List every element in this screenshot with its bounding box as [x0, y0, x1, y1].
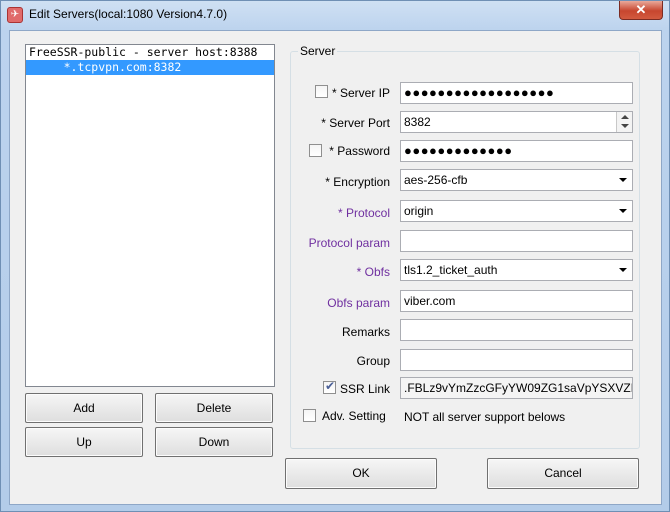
dialog-body: FreeSSR-public - server host:8388 *.tcpv… — [9, 30, 662, 505]
protocol-param-field[interactable] — [400, 230, 633, 252]
up-button[interactable]: Up — [25, 427, 143, 457]
obfs-param-field[interactable]: viber.com — [400, 290, 633, 312]
adv-setting-checkbox[interactable] — [303, 409, 316, 422]
remarks-label: Remarks — [341, 325, 390, 339]
delete-button[interactable]: Delete — [155, 393, 273, 423]
server-group-title: Server — [298, 44, 338, 58]
chevron-down-icon — [619, 268, 627, 272]
remarks-field[interactable] — [400, 319, 633, 341]
group-label: Group — [356, 354, 390, 368]
encryption-label: * Encryption — [325, 175, 390, 189]
password-field[interactable]: ●●●●●●●●●●●●● — [400, 140, 633, 162]
adv-setting-note: NOT all server support belows — [404, 410, 566, 424]
spin-up-icon[interactable] — [621, 115, 629, 119]
ssr-link-label: SSR Link — [339, 382, 390, 396]
chevron-down-icon — [619, 178, 627, 182]
adv-setting-label: Adv. Setting — [322, 409, 386, 423]
title-bar[interactable]: ✈ Edit Servers(local:1080 Version4.7.0) … — [1, 1, 669, 29]
chevron-down-icon — [619, 209, 627, 213]
obfs-value: tls1.2_ticket_auth — [404, 263, 498, 277]
down-button[interactable]: Down — [155, 427, 273, 457]
cancel-button[interactable]: Cancel — [487, 458, 639, 489]
protocol-label: * Protocol — [337, 206, 390, 220]
obfs-label: * Obfs — [356, 265, 390, 279]
paper-plane-icon: ✈ — [7, 7, 23, 23]
protocol-value: origin — [404, 204, 434, 218]
server-ip-label: * Server IP — [331, 86, 390, 100]
encryption-select[interactable]: aes-256-cfb — [400, 169, 633, 191]
group-field[interactable] — [400, 349, 633, 371]
obfs-select[interactable]: tls1.2_ticket_auth — [400, 259, 633, 281]
spin-down-icon[interactable] — [621, 124, 629, 128]
obfs-param-label: Obfs param — [327, 296, 390, 310]
ok-button[interactable]: OK — [285, 458, 437, 489]
port-spinner[interactable] — [616, 112, 632, 132]
ssr-link-field[interactable]: .FBLz9vYmZzcGFyYW09ZG1saVpYSXVZMjl0 — [400, 377, 633, 399]
close-button[interactable]: ✕ — [619, 1, 663, 20]
encryption-value: aes-256-cfb — [404, 173, 468, 187]
add-button[interactable]: Add — [25, 393, 143, 423]
protocol-select[interactable]: origin — [400, 200, 633, 222]
server-port-label: * Server Port — [321, 116, 390, 130]
password-label: * Password — [329, 144, 390, 158]
edit-servers-window: ✈ Edit Servers(local:1080 Version4.7.0) … — [0, 0, 670, 512]
server-port-stepper[interactable]: 8382 — [400, 111, 633, 133]
server-ip-field[interactable]: ●●●●●●●●●●●●●●●●●● — [400, 82, 633, 104]
server-list-item[interactable]: FreeSSR-public - server host:8388 — [26, 45, 274, 60]
server-port-value: 8382 — [404, 115, 431, 129]
protocol-param-label: Protocol param — [308, 236, 390, 250]
window-title: Edit Servers(local:1080 Version4.7.0) — [29, 7, 228, 21]
server-list-item-selected[interactable]: *.tcpvpn.com:8382 — [26, 60, 274, 75]
